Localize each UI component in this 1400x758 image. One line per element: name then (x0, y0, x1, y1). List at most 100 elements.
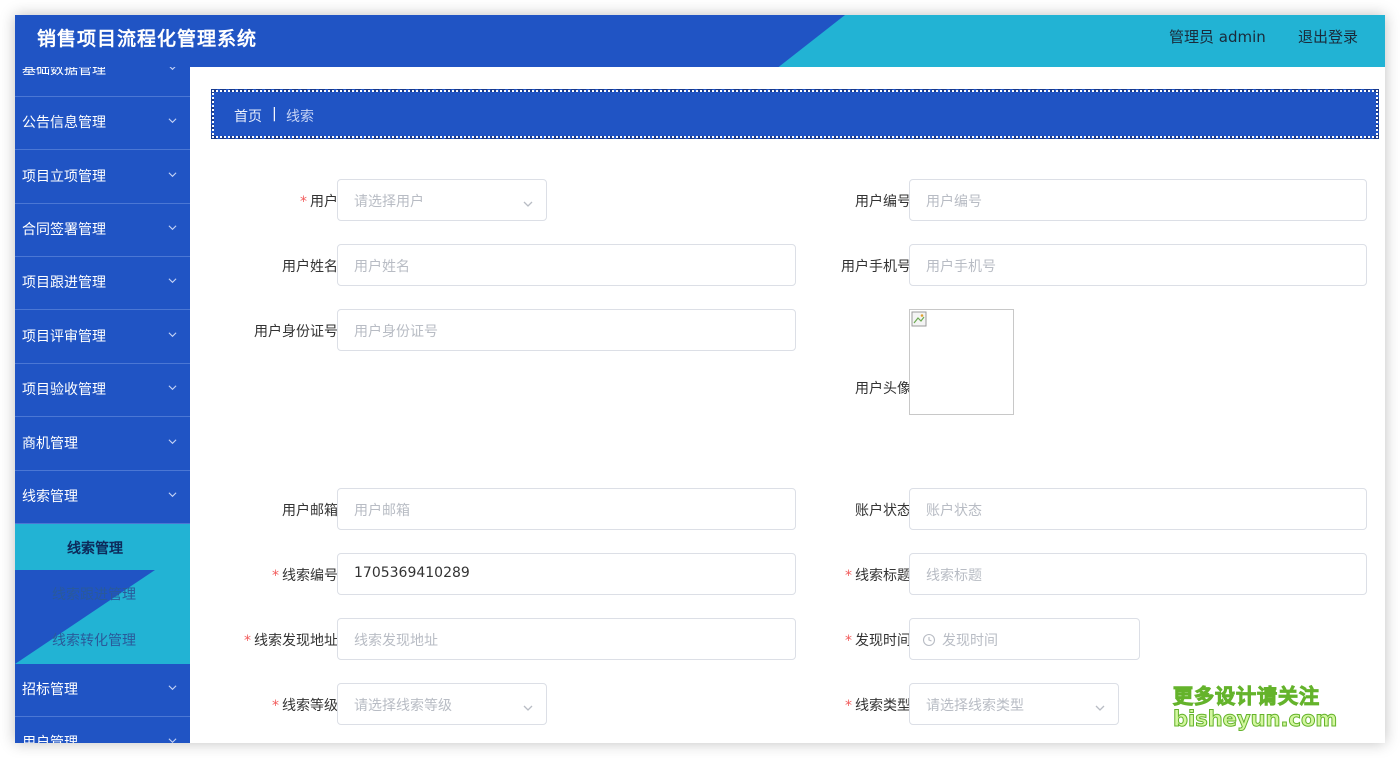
chevron-down-icon (522, 195, 534, 207)
required-mark: * (300, 194, 307, 210)
clue-title-field[interactable]: 线索标题 (909, 553, 1367, 595)
app-window: 销售项目流程化管理系统 管理员 admin 退出登录 基础数据管理 公告信息管理… (15, 15, 1385, 743)
user-email-field[interactable]: 用户邮箱 (337, 488, 796, 530)
submenu-item-label: 线索转化管理 (52, 633, 136, 649)
field-label-text: 线索编号 (282, 568, 338, 584)
field-label-text: 用户 (310, 194, 338, 210)
sidebar-item-bidding[interactable]: 招标管理 (15, 664, 190, 717)
user-id-card-label: 用户身份证号 (254, 324, 338, 340)
user-email-placeholder: 用户邮箱 (354, 503, 410, 519)
sidebar-item-label: 公告信息管理 (22, 115, 106, 131)
clue-type-select[interactable]: 请选择线索类型 (909, 683, 1119, 725)
watermark: 更多设计请关注 bisheyun.com (1172, 680, 1337, 732)
field-label-text: 线索发现地址 (254, 633, 338, 649)
required-mark: * (845, 568, 852, 584)
field-label-text: 线索等级 (282, 698, 338, 714)
account-status-placeholder: 账户状态 (926, 503, 982, 519)
logout-link[interactable]: 退出登录 (1298, 26, 1358, 47)
chevron-down-icon (168, 437, 177, 446)
clue-type-label: * 线索类型 (751, 695, 911, 715)
found-time-label: * 发现时间 (751, 630, 911, 650)
submenu-item-clue-conversion[interactable]: 线索转化管理 (15, 616, 190, 662)
field-label-text: 发现时间 (855, 633, 911, 649)
sidebar-item-notice[interactable]: 公告信息管理 (15, 97, 190, 150)
sidebar-item-label: 项目立项管理 (22, 169, 106, 185)
submenu-item-clue-followup[interactable]: 线索跟进管理 (15, 570, 190, 616)
user-avatar-image (909, 309, 1014, 415)
clue-no-field[interactable]: 1705369410289 (337, 553, 796, 595)
user-select-placeholder: 请选择用户 (354, 194, 424, 210)
submenu-item-label: 线索管理 (67, 541, 123, 557)
submenu-item-label: 线索跟进管理 (52, 587, 136, 603)
clue-address-placeholder: 线索发现地址 (354, 633, 438, 649)
top-header: 销售项目流程化管理系统 管理员 admin 退出登录 (15, 15, 1385, 67)
breadcrumb: 首页 | 线索 (211, 89, 1379, 139)
user-name-placeholder: 用户姓名 (354, 259, 410, 275)
chevron-down-icon (168, 490, 177, 499)
breadcrumb-current: 线索 (286, 109, 314, 125)
sidebar-item-clue[interactable]: 线索管理 (15, 471, 190, 524)
clock-icon (922, 632, 936, 647)
clue-level-select[interactable]: 请选择线索等级 (337, 683, 547, 725)
breadcrumb-separator: | (272, 106, 277, 122)
sidebar-item-label: 合同签署管理 (22, 222, 106, 238)
sidebar-item-basic-data[interactable]: 基础数据管理 (15, 67, 190, 97)
sidebar: 基础数据管理 公告信息管理 项目立项管理 合同签署管理 项目跟进管理 项目评审管… (15, 67, 190, 743)
sidebar-item-project-setup[interactable]: 项目立项管理 (15, 151, 190, 204)
app-title: 销售项目流程化管理系统 (37, 28, 258, 50)
clue-level-label: * 线索等级 (178, 695, 338, 715)
sidebar-item-label: 项目跟进管理 (22, 275, 106, 291)
chevron-down-icon (168, 683, 177, 692)
account-status-field[interactable]: 账户状态 (909, 488, 1367, 530)
sidebar-item-label: 基础数据管理 (22, 67, 106, 78)
broken-image-icon (911, 311, 927, 327)
user-id-card-field[interactable]: 用户身份证号 (337, 309, 796, 351)
required-mark: * (272, 568, 279, 584)
user-name-label: 用户姓名 (282, 259, 338, 275)
user-phone-label: 用户手机号 (841, 259, 911, 275)
user-name-field[interactable]: 用户姓名 (337, 244, 796, 286)
sidebar-item-project-acceptance[interactable]: 项目验收管理 (15, 364, 190, 417)
sidebar-item-project-review[interactable]: 项目评审管理 (15, 311, 190, 364)
sidebar-item-opportunity[interactable]: 商机管理 (15, 418, 190, 471)
submenu-item-clue-manage[interactable]: 线索管理 (15, 524, 190, 570)
clue-address-label: * 线索发现地址 (178, 630, 338, 650)
field-label-text: 线索类型 (855, 698, 911, 714)
field-label-text: 线索标题 (855, 568, 911, 584)
required-mark: * (845, 633, 852, 649)
sidebar-item-contract[interactable]: 合同签署管理 (15, 204, 190, 257)
chevron-down-icon (168, 223, 177, 232)
user-phone-field[interactable]: 用户手机号 (909, 244, 1367, 286)
sidebar-item-label: 商机管理 (22, 436, 78, 452)
sidebar-item-label: 招标管理 (22, 682, 78, 698)
found-time-placeholder: 发现时间 (942, 633, 998, 649)
sidebar-item-label: 项目评审管理 (22, 329, 106, 345)
chevron-down-icon (168, 116, 177, 125)
clue-title-label: * 线索标题 (751, 565, 911, 585)
clue-title-placeholder: 线索标题 (926, 568, 982, 584)
clue-type-placeholder: 请选择线索类型 (926, 698, 1024, 714)
required-mark: * (845, 698, 852, 714)
sidebar-item-label: 用户管理 (22, 735, 78, 743)
sidebar-item-label: 项目验收管理 (22, 382, 106, 398)
found-time-picker[interactable]: 发现时间 (909, 618, 1140, 660)
chevron-down-icon (168, 67, 177, 72)
breadcrumb-home-link[interactable]: 首页 (234, 106, 262, 126)
main-content: 首页 | 线索 * 用户 请选择用户 用户编号 用户编号 用户姓名 用户姓名 用户… (190, 67, 1385, 743)
user-email-label: 用户邮箱 (282, 503, 338, 519)
user-avatar-label: 用户头像 (855, 381, 911, 397)
clue-no-label: * 线索编号 (178, 565, 338, 585)
sidebar-item-project-followup[interactable]: 项目跟进管理 (15, 257, 190, 310)
required-mark: * (272, 698, 279, 714)
sidebar-submenu-clue: 线索管理 线索跟进管理 线索转化管理 (15, 524, 190, 664)
sidebar-item-user[interactable]: 用户管理 (15, 717, 190, 743)
chevron-down-icon (168, 330, 177, 339)
user-no-placeholder: 用户编号 (926, 194, 982, 210)
chevron-down-icon (168, 170, 177, 179)
user-select[interactable]: 请选择用户 (337, 179, 547, 221)
user-id-card-placeholder: 用户身份证号 (354, 324, 438, 340)
clue-address-field[interactable]: 线索发现地址 (337, 618, 796, 660)
clue-no-value: 1705369410289 (354, 565, 470, 581)
user-select-label: * 用户 (178, 191, 338, 211)
user-no-field[interactable]: 用户编号 (909, 179, 1367, 221)
